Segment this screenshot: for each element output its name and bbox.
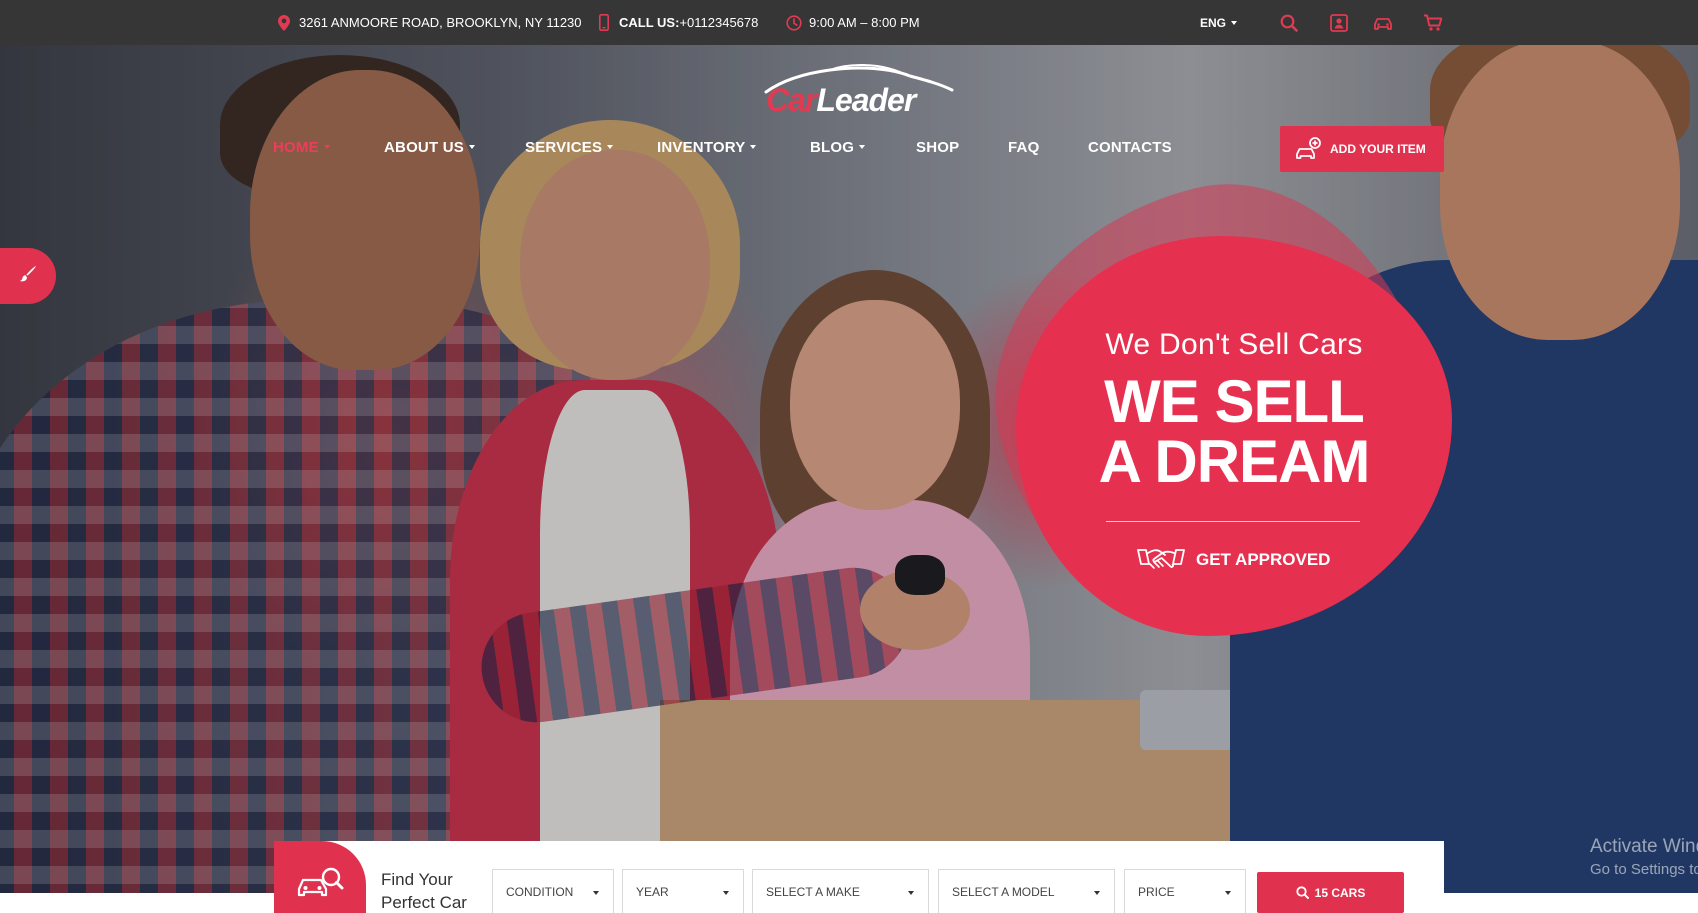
clock-icon bbox=[786, 14, 802, 31]
nav-item-home[interactable]: HOME bbox=[273, 135, 330, 159]
car-search-icon bbox=[295, 865, 345, 904]
nav-item-shop[interactable]: SHOP bbox=[916, 135, 959, 159]
handshake-icon bbox=[1136, 545, 1186, 575]
nav-item-blog[interactable]: BLOG bbox=[810, 135, 866, 159]
condition-select[interactable]: CONDITION bbox=[492, 869, 614, 913]
user-icon[interactable] bbox=[1328, 12, 1350, 34]
nav-label: SHOP bbox=[916, 138, 960, 156]
chevron-down-icon bbox=[723, 891, 729, 895]
chevron-down-icon bbox=[750, 145, 757, 149]
chevron-down-icon bbox=[468, 145, 475, 149]
make-select-value: SELECT A MAKE bbox=[766, 884, 860, 899]
year-select[interactable]: YEAR bbox=[622, 869, 744, 913]
watermark-line-1: Activate Windows bbox=[1590, 836, 1698, 857]
chevron-down-icon bbox=[593, 891, 599, 895]
chevron-down-icon bbox=[1225, 891, 1231, 895]
language-label: ENG bbox=[1200, 15, 1227, 30]
hero-subtitle: We Don't Sell Cars bbox=[1105, 328, 1363, 361]
hero-divider bbox=[1106, 521, 1360, 522]
paint-brush-icon bbox=[18, 264, 38, 289]
map-pin-icon bbox=[276, 14, 292, 31]
model-select[interactable]: SELECT A MODEL bbox=[938, 869, 1115, 913]
search-cars-button[interactable]: 15 CARS bbox=[1257, 872, 1404, 913]
nav-item-inventory[interactable]: INVENTORY bbox=[657, 135, 757, 159]
address-text: 3261 ANMOORE ROAD, BROOKLYN, NY 11230 bbox=[299, 15, 582, 30]
address-info: 3261 ANMOORE ROAD, BROOKLYN, NY 11230 bbox=[276, 0, 582, 45]
logo-part-car: Car bbox=[766, 82, 817, 118]
add-your-item-label: ADD YOUR ITEM bbox=[1330, 142, 1426, 156]
phone-icon bbox=[596, 14, 612, 31]
nav-label: FAQ bbox=[1008, 138, 1040, 156]
top-bar: 3261 ANMOORE ROAD, BROOKLYN, NY 11230 CA… bbox=[0, 0, 1698, 45]
nav-item-services[interactable]: SERVICES bbox=[525, 135, 614, 159]
call-label: CALL US: bbox=[619, 15, 680, 30]
logo-part-leader: Leader bbox=[816, 82, 916, 118]
chevron-down-icon bbox=[1231, 20, 1238, 25]
add-car-icon bbox=[1294, 135, 1322, 163]
phone-number[interactable]: +0112345678 bbox=[679, 15, 758, 30]
find-heading-line-1: Find Your bbox=[381, 870, 453, 889]
chevron-down-icon bbox=[323, 145, 330, 149]
phone-info[interactable]: CALL US: +0112345678 bbox=[596, 0, 758, 45]
hero-title-line-2: A DREAM bbox=[1098, 428, 1371, 495]
model-select-value: SELECT A MODEL bbox=[952, 884, 1055, 899]
price-select[interactable]: PRICE bbox=[1124, 869, 1246, 913]
nav-label: HOME bbox=[273, 138, 319, 156]
watermark-line-2: Go to Settings to activate Windows. bbox=[1590, 861, 1698, 878]
nav-item-about-us[interactable]: ABOUT US bbox=[384, 135, 475, 159]
nav-label: BLOG bbox=[810, 138, 855, 156]
hero-title-line-1: WE SELL bbox=[1104, 368, 1365, 435]
condition-select-value: CONDITION bbox=[506, 884, 574, 899]
chevron-down-icon bbox=[607, 145, 614, 149]
language-selector[interactable]: ENG bbox=[1200, 0, 1238, 45]
nav-label: INVENTORY bbox=[657, 138, 746, 156]
nav-item-faq[interactable]: FAQ bbox=[1008, 135, 1039, 159]
chevron-down-icon bbox=[1094, 891, 1100, 895]
get-approved-label: GET APPROVED bbox=[1196, 550, 1331, 569]
style-switcher-tab[interactable] bbox=[0, 248, 56, 304]
add-your-item-button[interactable]: ADD YOUR ITEM bbox=[1280, 126, 1444, 172]
hours-text: 9:00 AM – 8:00 PM bbox=[809, 15, 920, 30]
search-icon[interactable] bbox=[1278, 12, 1300, 34]
hero-title: WE SELL A DREAM bbox=[1040, 372, 1428, 492]
chevron-down-icon bbox=[859, 145, 866, 149]
make-select[interactable]: SELECT A MAKE bbox=[752, 869, 929, 913]
hours-info: 9:00 AM – 8:00 PM bbox=[786, 0, 920, 45]
cart-icon[interactable] bbox=[1422, 12, 1444, 34]
logo-wordmark: CarLeader bbox=[766, 82, 916, 119]
get-approved-button[interactable]: GET APPROVED bbox=[1136, 545, 1330, 575]
find-heading-line-2: Perfect Car bbox=[381, 893, 467, 912]
price-select-value: PRICE bbox=[1138, 884, 1175, 899]
car-compare-icon[interactable] bbox=[1372, 12, 1394, 34]
nav-item-contacts[interactable]: CONTACTS bbox=[1088, 135, 1172, 159]
nav-label: CONTACTS bbox=[1088, 138, 1172, 156]
year-select-value: YEAR bbox=[636, 884, 669, 899]
site-logo[interactable]: CarLeader bbox=[760, 62, 960, 122]
chevron-down-icon bbox=[908, 891, 914, 895]
nav-label: SERVICES bbox=[525, 138, 603, 156]
search-cars-label: 15 CARS bbox=[1314, 885, 1366, 900]
find-your-car-heading: Find Your Perfect Car bbox=[381, 868, 467, 913]
search-icon bbox=[1296, 886, 1309, 899]
activate-windows-watermark: Activate Windows Go to Settings to activ… bbox=[1590, 836, 1698, 878]
nav-label: ABOUT US bbox=[384, 138, 464, 156]
